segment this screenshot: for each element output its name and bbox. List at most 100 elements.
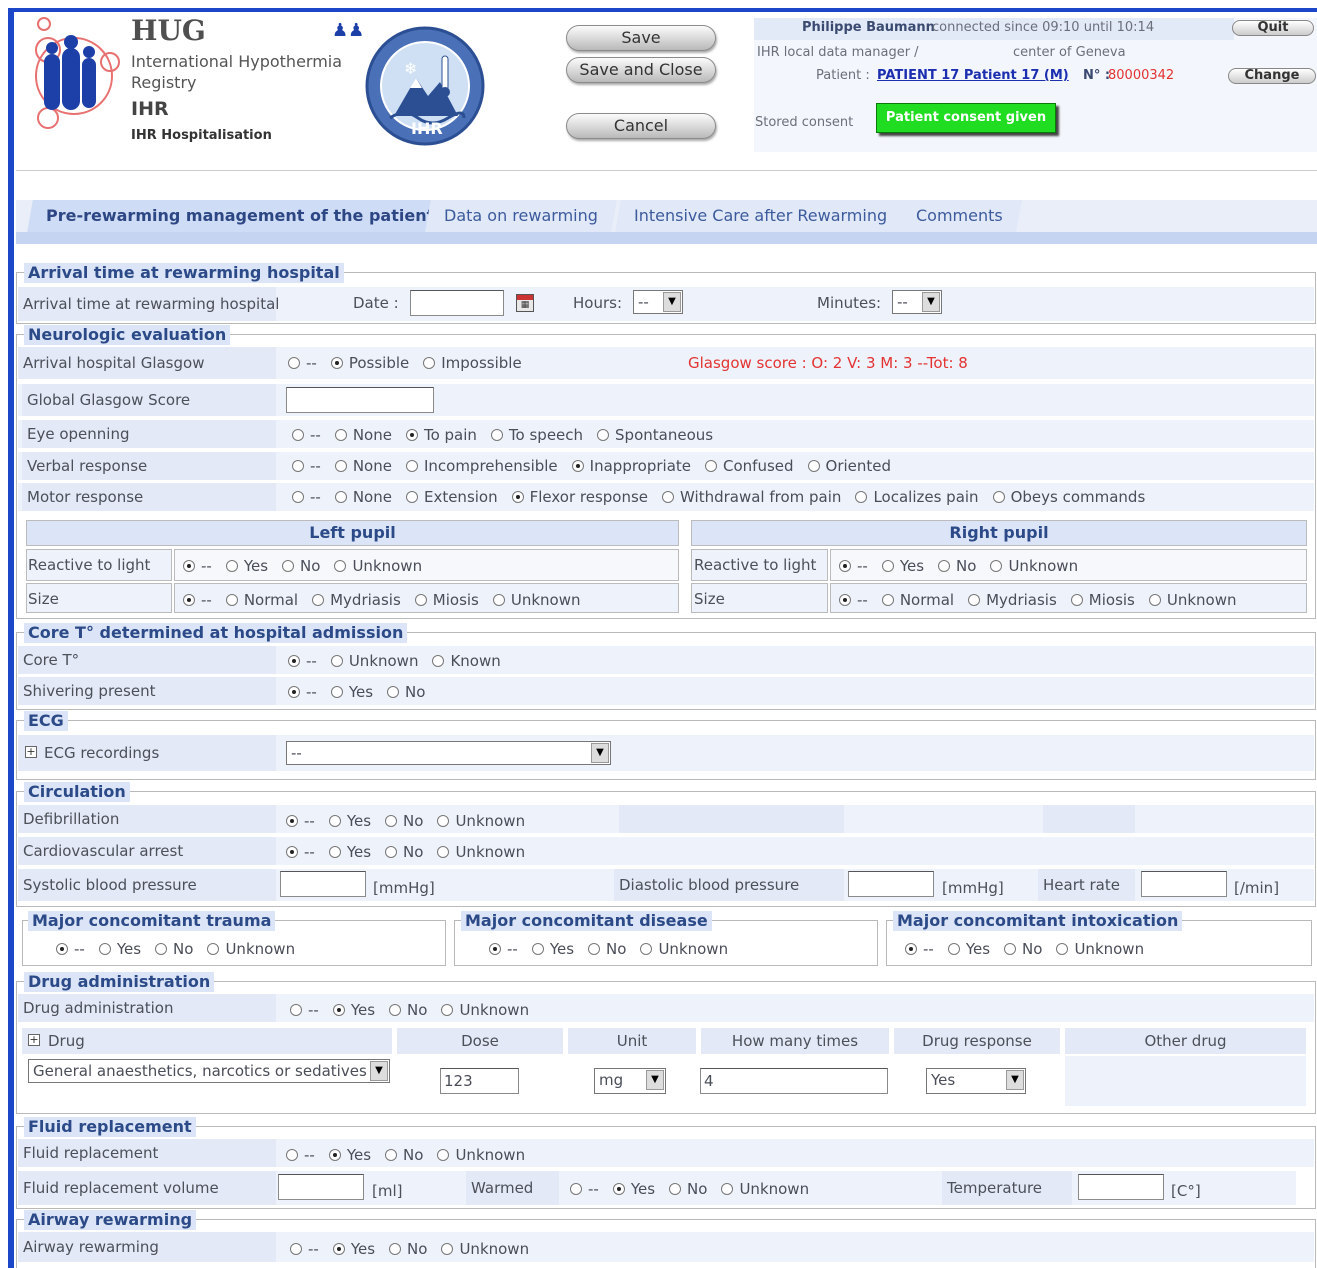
radio-option[interactable]: Spontaneous [597,426,713,444]
radio-option[interactable]: -- [839,591,868,609]
hours-select[interactable]: -- ▼ [633,290,683,314]
radio-button-icon[interactable] [328,1149,341,1161]
radio-option[interactable]: Unknown [1148,591,1237,609]
radio-button-icon[interactable] [183,594,195,606]
radio-button-icon[interactable] [292,491,304,503]
radio-option[interactable]: Unknown [1056,940,1144,958]
radio-option[interactable]: -- [292,426,321,444]
radio-button-icon[interactable] [511,491,524,503]
radio-option[interactable]: To pain [405,426,477,444]
radio-button-icon[interactable] [489,943,501,955]
radio-button-icon[interactable] [881,594,894,606]
quit-button[interactable]: Quit [1232,20,1314,36]
radio-option[interactable]: No [385,1146,423,1164]
radio-option[interactable]: Normal [881,591,954,609]
change-patient-button[interactable]: Change [1228,68,1316,84]
radio-option[interactable]: No [385,812,423,830]
radio-button-icon[interactable] [225,560,238,572]
radio-button-icon[interactable] [612,1183,625,1195]
radio-button-icon[interactable] [286,1149,298,1161]
radio-option[interactable]: Incomprehensible [405,457,558,475]
radio-button-icon[interactable] [1148,594,1161,606]
radio-button-icon[interactable] [330,686,343,698]
radio-button-icon[interactable] [640,943,653,955]
radio-button-icon[interactable] [423,357,436,369]
radio-button-icon[interactable] [286,846,298,858]
tab-comments[interactable]: Comments [897,200,1022,232]
radio-option[interactable]: -- [288,652,317,670]
radio-option[interactable]: Inappropriate [571,457,691,475]
radio-option[interactable]: Unknown [441,1240,529,1258]
radio-option[interactable]: Miosis [1070,591,1135,609]
radio-button-icon[interactable] [405,429,418,441]
radio-option[interactable]: Unknown [640,940,728,958]
radio-button-icon[interactable] [588,943,601,955]
radio-button-icon[interactable] [332,1004,345,1016]
save-and-close-button[interactable]: Save and Close [566,57,716,83]
radio-option[interactable]: None [334,457,392,475]
radio-option[interactable]: Yes [612,1180,655,1198]
radio-button-icon[interactable] [1070,594,1083,606]
radio-button-icon[interactable] [183,560,195,572]
times-input[interactable]: 4 [700,1068,888,1094]
radio-button-icon[interactable] [662,491,675,503]
radio-button-icon[interactable] [334,429,347,441]
radio-button-icon[interactable] [990,560,1003,572]
radio-option[interactable]: -- [290,1240,319,1258]
radio-button-icon[interactable] [332,1243,345,1255]
radio-option[interactable]: No [588,940,626,958]
radio-button-icon[interactable] [432,655,445,667]
radio-option[interactable]: -- [290,1001,319,1019]
radio-button-icon[interactable] [225,594,238,606]
radio-option[interactable]: No [669,1180,707,1198]
radio-option[interactable]: No [155,940,193,958]
hr-input[interactable] [1141,871,1227,897]
radio-option[interactable]: Yes [328,843,371,861]
radio-option[interactable]: Yes [881,557,924,575]
radio-option[interactable]: Unknown [334,557,422,575]
radio-option[interactable]: -- [183,591,212,609]
date-input[interactable] [410,290,504,316]
radio-button-icon[interactable] [385,815,398,827]
radio-button-icon[interactable] [334,460,347,472]
radio-button-icon[interactable] [947,943,960,955]
radio-option[interactable]: No [387,683,425,701]
radio-option[interactable]: To speech [490,426,583,444]
radio-button-icon[interactable] [492,594,505,606]
radio-button-icon[interactable] [292,429,304,441]
radio-option[interactable]: -- [288,354,317,372]
radio-option[interactable]: No [1004,940,1042,958]
radio-button-icon[interactable] [490,429,503,441]
radio-option[interactable]: Yes [332,1001,375,1019]
radio-button-icon[interactable] [839,594,851,606]
radio-option[interactable]: Normal [225,591,298,609]
radio-option[interactable]: -- [56,940,85,958]
radio-option[interactable]: -- [489,940,518,958]
radio-option[interactable]: No [389,1001,427,1019]
calendar-icon[interactable]: ▦ [516,294,534,312]
radio-option[interactable]: Mydriasis [968,591,1057,609]
radio-button-icon[interactable] [721,1183,734,1195]
radio-button-icon[interactable] [437,1149,450,1161]
radio-option[interactable]: No [389,1240,427,1258]
radio-button-icon[interactable] [288,686,300,698]
radio-option[interactable]: -- [839,557,868,575]
radio-button-icon[interactable] [56,943,68,955]
fluid-volume-input[interactable] [278,1174,364,1200]
tab-data-on-rewarming[interactable]: Data on rewarming [425,200,617,232]
radio-option[interactable]: Withdrawal from pain [662,488,841,506]
radio-button-icon[interactable] [881,560,894,572]
radio-option[interactable]: Unknown [437,812,525,830]
sys-input[interactable] [280,871,366,897]
radio-button-icon[interactable] [389,1004,402,1016]
radio-option[interactable]: Yes [330,683,373,701]
radio-button-icon[interactable] [905,943,917,955]
radio-button-icon[interactable] [330,357,343,369]
radio-button-icon[interactable] [571,460,584,472]
radio-button-icon[interactable] [597,429,610,441]
temp-input[interactable] [1078,1174,1164,1200]
radio-option[interactable]: Known [432,652,501,670]
radio-button-icon[interactable] [414,594,427,606]
radio-option[interactable]: Obeys commands [992,488,1145,506]
radio-button-icon[interactable] [807,460,820,472]
